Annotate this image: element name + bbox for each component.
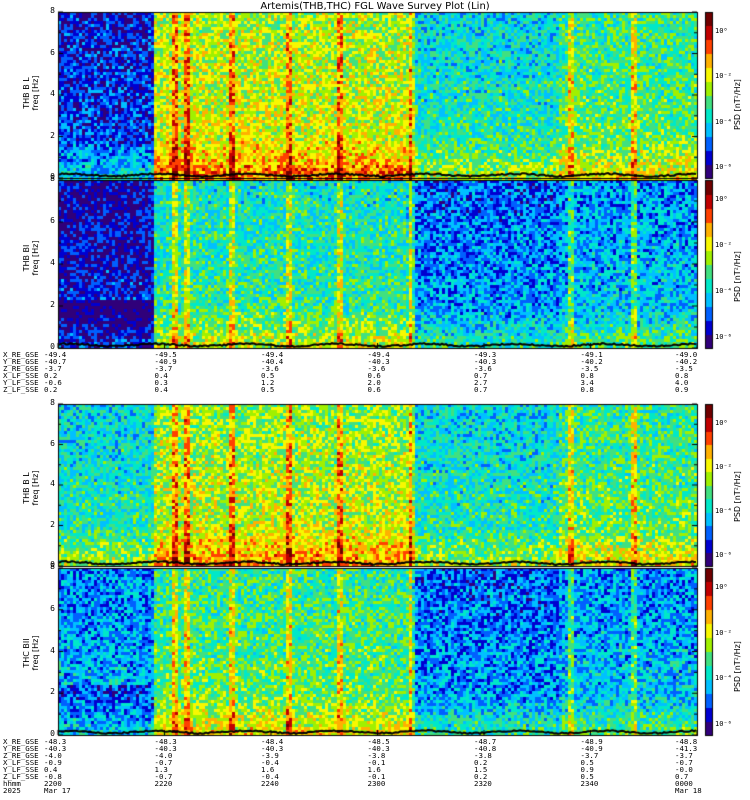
panel1-ytick-label: 2 [50,130,55,140]
panel2-ytick-label: 4 [50,258,55,267]
panel4-ytick-label: 8 [50,562,55,571]
panel1-ylabel-line1: THB B L [22,77,31,109]
panel1-ylabel: THB B L freq [Hz] [22,18,40,168]
panel1-colorbar-tick-label: 10⁻⁴ [715,117,732,126]
panel3-ylabel-line2: freq [Hz] [31,470,40,506]
panel3-colorbar-tick-label: 10⁻⁴ [715,507,732,515]
ephemeris-value: Mar 17 [44,786,71,795]
ephemeris-value: 2240 [261,779,279,788]
ephemeris-value: 0.8 [580,385,594,394]
panel3-colorbar-tick-label: 10⁻² [715,463,732,471]
ephemeris-value: 2300 [367,779,386,788]
panel3-colorbar-label: PSD [nT²/Hz] [733,471,742,522]
panel4-colorbar-tick-label: 10⁻² [715,628,732,637]
panel2-ylabel-line2: freq [Hz] [31,240,40,276]
panel2-colorbar-tick-label: 10⁻⁶ [715,333,732,341]
panel3-ytick-label: 4 [50,479,55,488]
panel4-ylabel-line1: THC BII [22,638,31,668]
plot-title: Artemis(THB,THC) FGL Wave Survey Plot (L… [260,1,490,12]
panel4-colorbar-tick-label: 10⁻⁶ [715,720,732,728]
panel1-colorbar-tick-label: 10⁰ [715,27,728,35]
panel4-colorbar-tick-label: 10⁻⁴ [715,674,732,683]
ephemeris-value: 2320 [474,779,492,788]
panel4-colorbar-label: PSD [nT²/Hz] [733,641,742,692]
panel2-ylabel: THB BI freq [Hz] [22,178,40,338]
panel2-colorbar-tick-label: 10⁰ [715,195,728,203]
panel1-ytick-label: 8 [50,6,55,15]
ephemeris-value: 0.5 [261,385,275,394]
panel1-colorbar-tick-label: 10⁻⁶ [715,163,732,171]
panel2-ytick-label: 2 [50,300,55,309]
ephemeris-value: 0.2 [44,385,58,394]
panel3-ylabel: THB B L freq [Hz] [22,413,40,563]
panel3-colorbar-tick-label: 10⁰ [715,419,728,427]
ephemeris-value: 0.7 [474,385,488,394]
panel1-ylabel-line2: freq [Hz] [31,75,40,111]
ephemeris-row-label: 2025 [3,786,21,795]
ephemeris-value: 0.9 [675,385,689,394]
panel3-ylabel-line1: THB B L [22,472,31,504]
panel4-ytick-label: 2 [50,687,55,697]
panel3-ytick-label: 8 [50,398,55,407]
panel4-colorbar-tick-label: 10⁰ [715,583,728,591]
ephemeris-value: Mar 18 [675,786,702,795]
ephemeris-value: 0.6 [367,385,381,394]
ephemeris-value: 0.4 [154,385,168,394]
panel1-colorbar-tick-label: 10⁻² [715,72,732,81]
panel1-ytick-label: 6 [50,47,55,57]
panel2-ytick-label: 8 [50,174,55,183]
panel1-ytick-label: 4 [50,89,55,98]
panel2-colorbar-tick-label: 10⁻² [715,241,732,249]
panel4-ylabel: THC BII freq [Hz] [22,573,40,733]
panel4-ytick-label: 6 [50,603,55,613]
panel2-colorbar-label: PSD [nT²/Hz] [733,251,742,302]
ephemeris-value: 2340 [580,779,599,788]
panel4-ytick-label: 4 [50,645,55,655]
spectrogram-canvas [0,0,750,800]
panel4-ylabel-line2: freq [Hz] [31,635,40,671]
ephemeris-row-label: Z_LF_SSE [3,385,39,394]
panel2-ylabel-line1: THB BI [22,244,31,272]
panel3-colorbar-tick-label: 10⁻⁶ [715,551,732,559]
panel3-ytick-label: 6 [50,438,55,448]
panel3-ytick-label: 2 [50,519,55,529]
panel2-colorbar-tick-label: 10⁻⁴ [715,287,732,295]
panel1-colorbar-label: PSD [nT²/Hz] [733,79,742,130]
panel2-ytick-label: 6 [50,216,55,225]
ephemeris-value: 2220 [154,779,173,788]
